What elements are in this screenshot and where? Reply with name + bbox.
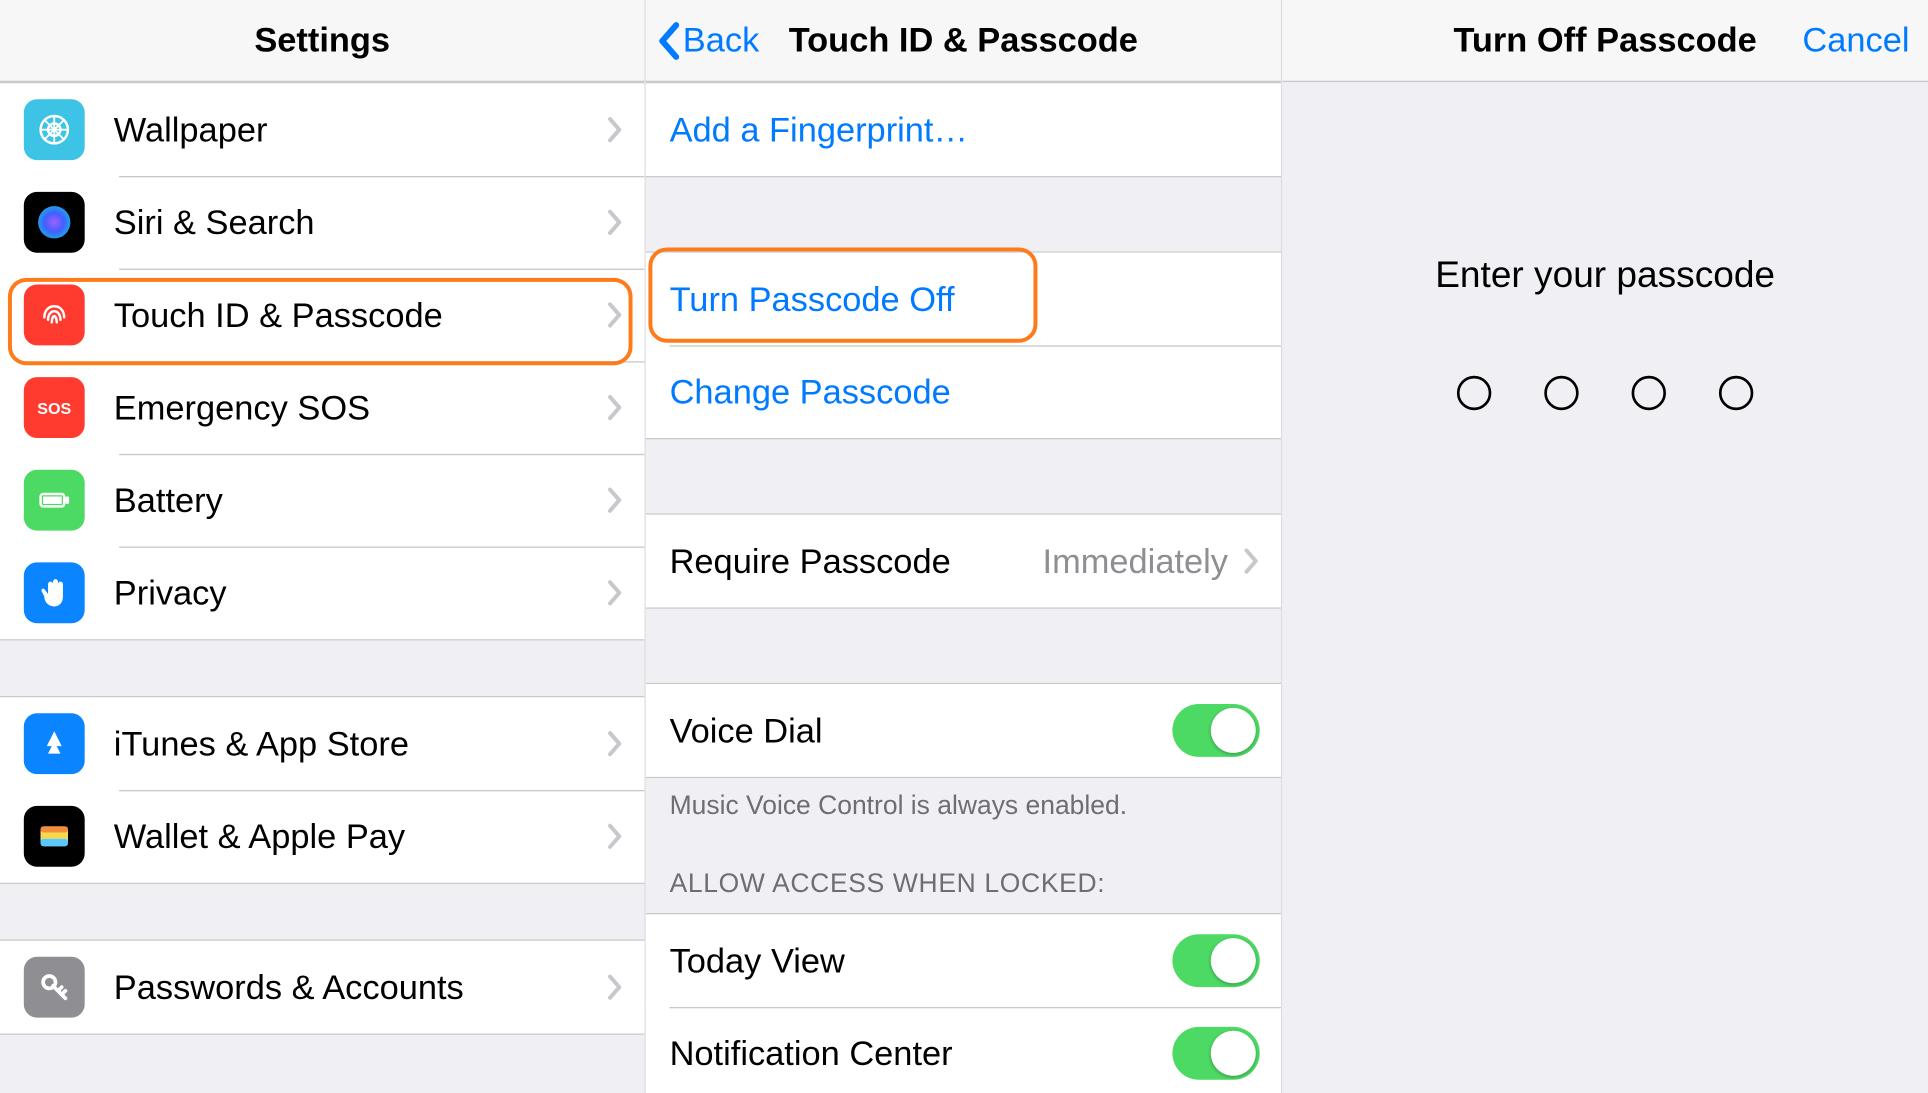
notification-center-row[interactable]: Notification Center: [646, 1007, 1281, 1093]
settings-panel: Settings Wallpaper Siri & Search Touch ID …: [0, 0, 646, 1093]
voice-group: Voice Dial: [646, 683, 1281, 778]
settings-row-label: Wallet & Apple Pay: [114, 816, 608, 857]
hand-icon: [24, 562, 85, 623]
settings-group-c: Passwords & Accounts: [0, 940, 644, 1035]
settings-group-b: iTunes & App Store Wallet & Apple Pay: [0, 696, 644, 884]
chevron-right-icon: [607, 974, 623, 1000]
require-passcode-row[interactable]: Require Passcode Immediately: [646, 515, 1281, 608]
settings-row-sos[interactable]: SOS Emergency SOS: [0, 361, 644, 454]
passcode-body: Enter your passcode: [1282, 82, 1928, 410]
settings-row-key[interactable]: Passwords & Accounts: [0, 941, 644, 1034]
navbar-touchid: Back Touch ID & Passcode: [646, 0, 1281, 82]
nav-title-touchid: Touch ID & Passcode: [789, 20, 1138, 61]
chevron-right-icon: [607, 209, 623, 235]
key-icon: [24, 957, 85, 1018]
notification-center-toggle[interactable]: [1172, 1027, 1259, 1080]
chevron-right-icon: [1244, 548, 1260, 574]
settings-row-wallpaper[interactable]: Wallpaper: [0, 83, 644, 176]
passcode-dots: [1282, 376, 1928, 410]
passcode-dot: [1719, 376, 1753, 410]
turn-passcode-off-label: Turn Passcode Off: [670, 279, 1260, 320]
settings-row-siri[interactable]: Siri & Search: [0, 176, 644, 269]
wallet-icon: [24, 806, 85, 867]
appstore-icon: [24, 713, 85, 774]
group-spacer: [0, 640, 644, 696]
notification-center-label: Notification Center: [670, 1033, 1173, 1074]
settings-row-fingerprint[interactable]: Touch ID & Passcode: [0, 269, 644, 362]
settings-row-label: Wallpaper: [114, 109, 608, 150]
group-spacer: [0, 884, 644, 940]
add-fingerprint-row[interactable]: Add a Fingerprint…: [646, 83, 1281, 176]
back-label: Back: [683, 20, 760, 61]
fingerprint-group: Add a Fingerprint…: [646, 82, 1281, 177]
settings-row-label: iTunes & App Store: [114, 723, 608, 764]
fingerprint-icon: [24, 284, 85, 345]
settings-row-battery[interactable]: Battery: [0, 454, 644, 547]
settings-row-wallet[interactable]: Wallet & Apple Pay: [0, 790, 644, 883]
settings-group-a: Wallpaper Siri & Search Touch ID & Passcod…: [0, 82, 644, 640]
chevron-right-icon: [607, 580, 623, 606]
passcode-actions-group: Turn Passcode Off Change Passcode: [646, 251, 1281, 439]
siri-icon: [24, 192, 85, 253]
require-passcode-value: Immediately: [1043, 541, 1228, 582]
settings-row-label: Battery: [114, 480, 608, 521]
chevron-right-icon: [607, 487, 623, 513]
voice-footer: Music Voice Control is always enabled.: [646, 778, 1281, 830]
chevron-right-icon: [607, 823, 623, 849]
today-view-label: Today View: [670, 940, 1173, 981]
navbar-passcode: Turn Off Passcode Cancel: [1282, 0, 1928, 82]
today-view-row[interactable]: Today View: [646, 914, 1281, 1007]
allow-access-group: Today View Notification Center: [646, 913, 1281, 1093]
allow-access-header: ALLOW ACCESS WHEN LOCKED:: [646, 830, 1281, 913]
passcode-entry-panel: Turn Off Passcode Cancel Enter your pass…: [1282, 0, 1928, 1093]
back-button[interactable]: Back: [656, 20, 759, 61]
chevron-right-icon: [607, 116, 623, 142]
touchid-panel: Back Touch ID & Passcode Add a Fingerpri…: [646, 0, 1282, 1093]
add-fingerprint-label: Add a Fingerprint…: [670, 109, 1260, 150]
turn-passcode-off-row[interactable]: Turn Passcode Off: [646, 253, 1281, 346]
require-passcode-label: Require Passcode: [670, 541, 1043, 582]
chevron-right-icon: [607, 730, 623, 756]
group-spacer: [646, 609, 1281, 683]
settings-row-label: Siri & Search: [114, 202, 608, 243]
cancel-button[interactable]: Cancel: [1802, 20, 1909, 61]
group-spacer: [646, 177, 1281, 251]
settings-row-label: Emergency SOS: [114, 387, 608, 428]
chevron-right-icon: [607, 394, 623, 420]
voice-dial-toggle[interactable]: [1172, 704, 1259, 757]
require-group: Require Passcode Immediately: [646, 513, 1281, 608]
wallpaper-icon: [24, 99, 85, 160]
svg-text:SOS: SOS: [37, 400, 71, 418]
passcode-dot: [1457, 376, 1491, 410]
passcode-prompt: Enter your passcode: [1282, 254, 1928, 296]
change-passcode-row[interactable]: Change Passcode: [646, 345, 1281, 438]
settings-row-label: Passwords & Accounts: [114, 967, 608, 1008]
nav-title-passcode: Turn Off Passcode: [1453, 20, 1756, 61]
voice-dial-label: Voice Dial: [670, 710, 1173, 751]
sos-icon: SOS: [24, 377, 85, 438]
passcode-dot: [1632, 376, 1666, 410]
settings-row-appstore[interactable]: iTunes & App Store: [0, 697, 644, 790]
settings-row-label: Privacy: [114, 572, 608, 613]
voice-dial-row[interactable]: Voice Dial: [646, 684, 1281, 777]
settings-row-hand[interactable]: Privacy: [0, 547, 644, 640]
settings-row-label: Touch ID & Passcode: [114, 294, 608, 335]
chevron-right-icon: [607, 302, 623, 328]
change-passcode-label: Change Passcode: [670, 371, 1260, 412]
group-spacer: [646, 439, 1281, 513]
chevron-left-icon: [656, 21, 680, 61]
battery-icon: [24, 470, 85, 531]
navbar-settings: Settings: [0, 0, 644, 82]
passcode-dot: [1544, 376, 1578, 410]
nav-title-settings: Settings: [254, 20, 390, 61]
today-view-toggle[interactable]: [1172, 934, 1259, 987]
